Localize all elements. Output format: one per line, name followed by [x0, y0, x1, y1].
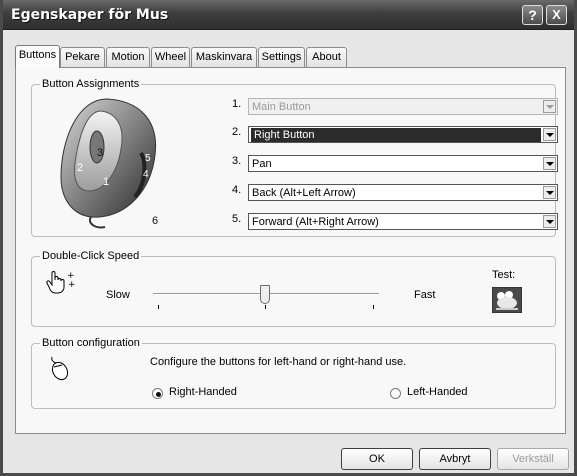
tab-about[interactable]: About: [306, 47, 347, 67]
chevron-down-icon[interactable]: [543, 215, 556, 228]
chevron-down-icon[interactable]: [543, 157, 556, 170]
assignment-number-2: 2.: [232, 126, 242, 138]
mouse-label-5: 5: [145, 153, 151, 164]
assignment-value-4: Back (Alt+Left Arrow): [252, 187, 356, 199]
cancel-button[interactable]: Avbryt: [419, 448, 491, 470]
chevron-down-icon[interactable]: [543, 186, 556, 199]
assignment-value-2: Right Button: [251, 128, 541, 142]
ok-button[interactable]: OK: [341, 448, 413, 470]
assignment-number-1: 1.: [232, 98, 242, 110]
assignment-value-1: Main Button: [252, 101, 311, 113]
chevron-down-icon[interactable]: [543, 128, 556, 141]
assignment-value-5: Forward (Alt+Right Arrow): [252, 216, 379, 228]
slider-tick-end: [373, 305, 374, 309]
hand-pointer-icon: + +: [46, 271, 76, 294]
assignment-combo-1[interactable]: Main Button: [248, 98, 558, 115]
mouse-properties-window: Egenskaper för Mus ? X Buttons Pekare Mo…: [0, 0, 577, 476]
mouse-label-1: 1: [103, 176, 109, 188]
slow-label: Slow: [106, 289, 130, 301]
button-configuration-group: Button configuration Configure the butto…: [31, 336, 556, 409]
apply-button[interactable]: Verkställ: [497, 448, 569, 470]
double-click-slider[interactable]: [153, 285, 379, 315]
button-assignments-legend: Button Assignments: [40, 77, 142, 91]
tab-motion[interactable]: Motion: [106, 47, 150, 67]
tab-panel: Button Assignments 3 2 1 5 4 6 1. Main B…: [15, 67, 566, 434]
mouse-label-4: 4: [143, 169, 149, 180]
assignment-number-5: 5.: [232, 213, 242, 225]
window-title: Egenskaper för Mus: [11, 7, 169, 23]
assignment-number-4: 4.: [232, 184, 242, 196]
left-handed-label[interactable]: Left-Handed: [407, 386, 468, 398]
right-handed-label[interactable]: Right-Handed: [169, 386, 237, 398]
mouse-label-6: 6: [152, 215, 158, 227]
right-handed-radio[interactable]: [152, 388, 163, 399]
assignment-value-3: Pan: [252, 158, 272, 170]
mouse-illustration: 3 2 1 5 4 6: [60, 98, 158, 229]
button-config-description: Configure the buttons for left-hand or r…: [150, 356, 407, 368]
test-area-icon[interactable]: [492, 287, 522, 313]
help-button[interactable]: ?: [522, 5, 543, 25]
close-button[interactable]: X: [546, 5, 567, 25]
assignment-combo-4[interactable]: Back (Alt+Left Arrow): [248, 184, 558, 201]
mouse-label-3: 3: [97, 147, 103, 159]
left-handed-radio[interactable]: [390, 388, 401, 399]
button-configuration-legend: Button configuration: [40, 336, 142, 350]
mouse-label-2: 2: [77, 162, 83, 174]
slider-tick-mid: [265, 305, 266, 309]
button-assignments-group: Button Assignments 3 2 1 5 4 6 1. Main B…: [31, 77, 558, 237]
fast-label: Fast: [414, 289, 436, 301]
double-click-speed-group: Double-Click Speed + + Slow Fast Test:: [31, 249, 556, 327]
assignment-number-3: 3.: [232, 155, 242, 167]
tab-maskinvara[interactable]: Maskinvara: [191, 47, 257, 67]
test-label: Test:: [492, 269, 516, 281]
slider-tick-start: [158, 305, 159, 309]
tab-buttons[interactable]: Buttons: [15, 45, 60, 68]
assignment-combo-3[interactable]: Pan: [248, 155, 558, 172]
slider-thumb[interactable]: [260, 285, 270, 304]
tab-wheel[interactable]: Wheel: [151, 47, 190, 67]
tab-settings[interactable]: Settings: [258, 47, 305, 67]
tab-pekare[interactable]: Pekare: [60, 47, 105, 67]
assignment-combo-2[interactable]: Right Button: [248, 126, 558, 143]
title-bar[interactable]: Egenskaper för Mus ? X: [3, 0, 574, 30]
svg-text:+: +: [68, 280, 76, 290]
mouse-icon: [51, 356, 69, 381]
double-click-speed-legend: Double-Click Speed: [40, 249, 142, 263]
assignment-combo-5[interactable]: Forward (Alt+Right Arrow): [248, 213, 558, 230]
chevron-down-icon[interactable]: [543, 100, 556, 113]
